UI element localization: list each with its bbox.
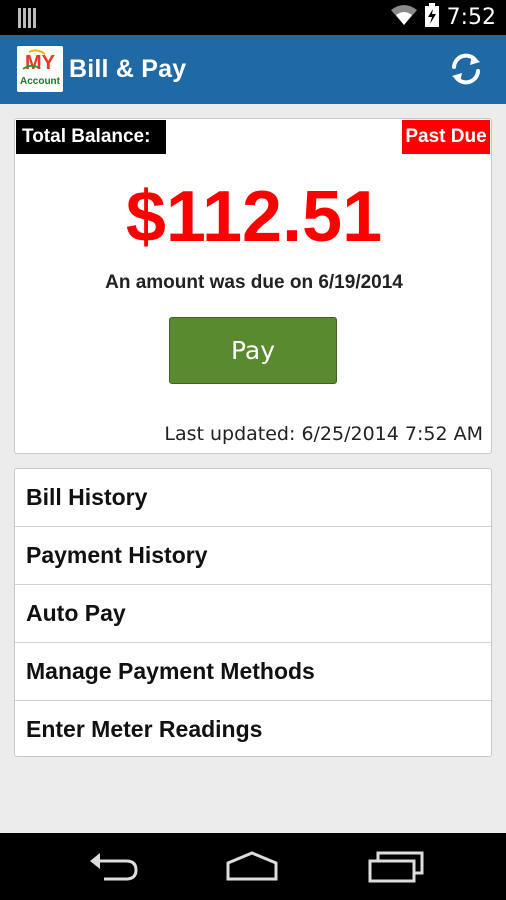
refresh-icon — [452, 53, 480, 85]
recents-icon — [368, 851, 424, 883]
pay-button[interactable]: Pay — [169, 317, 337, 384]
balance-card: Total Balance: Past Due $112.51 An amoun… — [14, 118, 492, 454]
battery-charging-icon — [424, 3, 439, 32]
menu-item-bill-history[interactable]: Bill History — [15, 469, 491, 527]
back-button[interactable] — [82, 849, 142, 885]
menu-item-auto-pay[interactable]: Auto Pay — [15, 585, 491, 643]
due-date-note: An amount was due on 6/19/2014 — [105, 272, 403, 293]
home-icon — [226, 851, 278, 881]
past-due-badge: Past Due — [402, 120, 490, 154]
menu-item-manage-payment-methods[interactable]: Manage Payment Methods — [15, 643, 491, 701]
action-bar: MY Account Bill & Pay — [0, 35, 506, 104]
back-icon — [90, 853, 138, 881]
balance-amount: $112.51 — [125, 177, 383, 257]
status-bar: 7:52 — [0, 0, 506, 35]
status-time: 7:52 — [446, 5, 496, 30]
last-updated-text: Last updated: 6/25/2014 7:52 AM — [164, 423, 483, 445]
menu-item-payment-history[interactable]: Payment History — [15, 527, 491, 585]
home-button[interactable] — [222, 849, 282, 885]
app-logo: MY Account — [17, 46, 63, 92]
sim-card-icon — [18, 8, 36, 33]
logo-text-top: MY — [25, 52, 56, 74]
total-balance-label: Total Balance: — [16, 120, 166, 154]
menu-list: Bill History Payment History Auto Pay Ma… — [14, 468, 492, 757]
logo-text-bottom: Account — [20, 76, 61, 87]
refresh-button[interactable] — [448, 51, 484, 87]
wifi-icon — [390, 4, 417, 31]
menu-item-enter-meter-readings[interactable]: Enter Meter Readings — [15, 701, 491, 759]
recents-button[interactable] — [366, 849, 426, 885]
page-title: Bill & Pay — [69, 55, 187, 83]
navigation-bar — [0, 833, 506, 900]
